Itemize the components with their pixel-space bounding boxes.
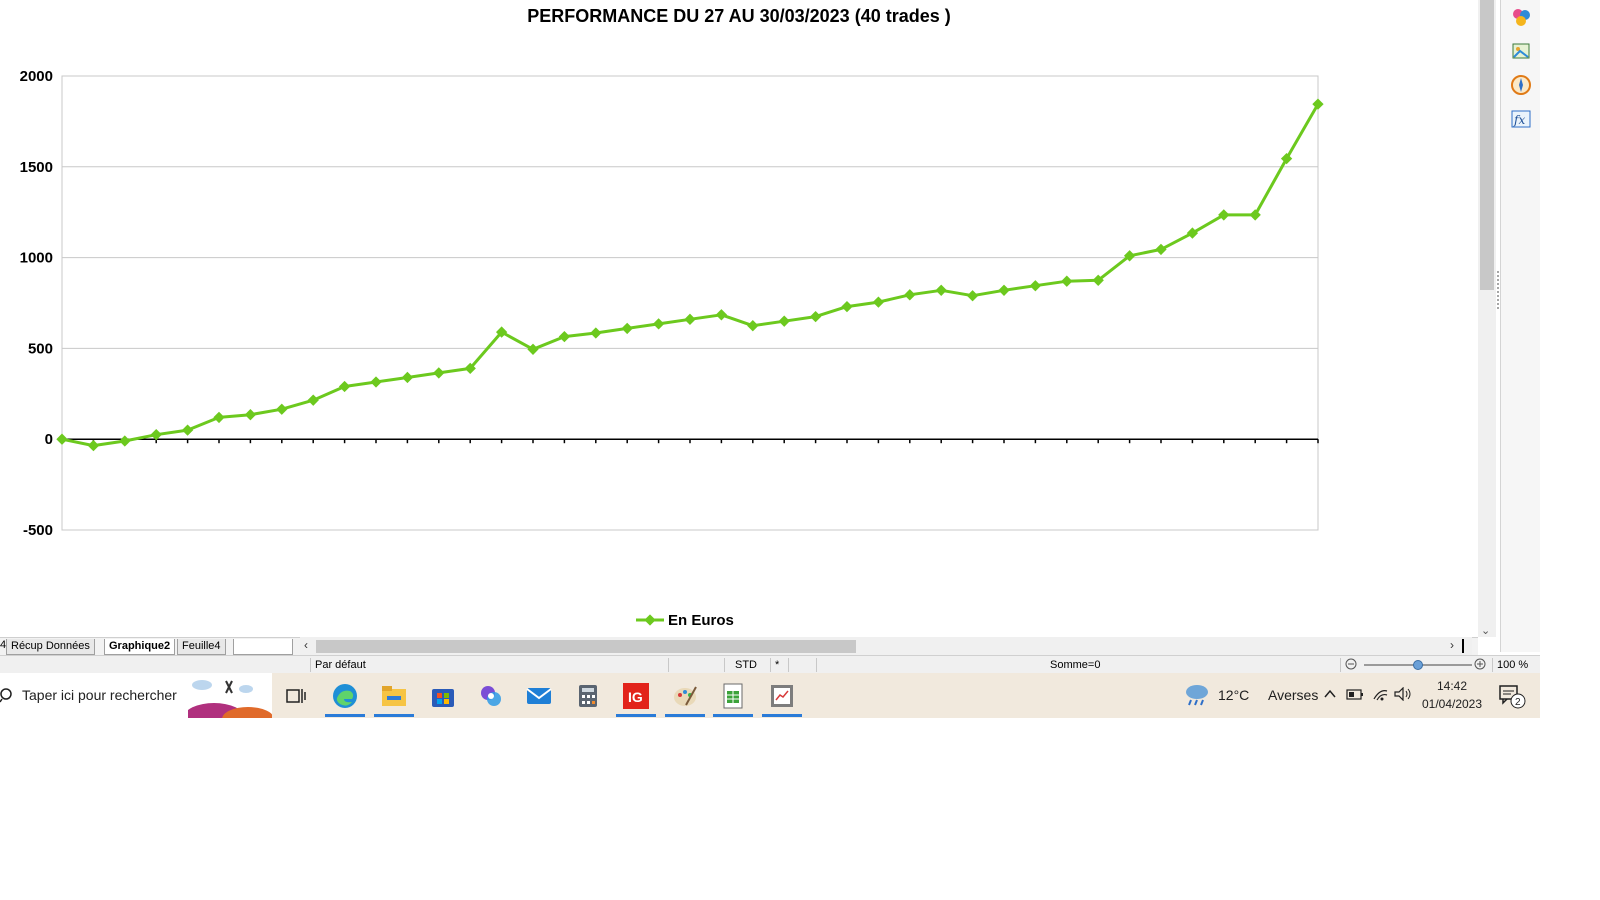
task-view-icon[interactable] — [280, 681, 312, 711]
legend-label: En Euros — [668, 611, 734, 629]
sum-display[interactable]: Somme=0 — [1050, 659, 1100, 671]
active-app-indicator — [762, 714, 802, 717]
y-tick-label: -500 — [23, 522, 53, 539]
tab-recup-donnees[interactable]: Récup Données — [6, 639, 95, 655]
status-separator — [1340, 658, 1341, 672]
functions-icon[interactable]: fx — [1510, 108, 1532, 130]
y-tick-label: 1000 — [20, 250, 53, 267]
chevron-up-icon[interactable] — [1323, 687, 1337, 704]
y-tick-label: 1500 — [20, 159, 53, 176]
status-separator — [816, 658, 817, 672]
libreoffice-calc-icon[interactable] — [713, 681, 753, 717]
y-tick-label: 2000 — [20, 68, 53, 85]
status-separator — [310, 658, 311, 672]
active-app-indicator — [665, 714, 705, 717]
active-app-indicator — [325, 714, 365, 717]
mail-icon[interactable] — [523, 681, 555, 711]
copilot-icon[interactable] — [475, 681, 507, 711]
performance-line-chart: 2000 1500 1000 500 0 -500 — [20, 68, 1324, 539]
tab-feuille4[interactable]: Feuille4 — [177, 639, 226, 655]
page-style[interactable]: Par défaut — [315, 659, 366, 671]
plot-area — [61, 75, 1319, 531]
file-explorer-icon[interactable] — [374, 681, 414, 717]
taskbar-clock[interactable]: 14:42 01/04/2023 — [1420, 677, 1484, 713]
navigator-icon[interactable] — [1510, 74, 1532, 96]
scroll-left-arrow-icon[interactable]: ‹ — [304, 638, 308, 652]
zoom-out-icon[interactable] — [1345, 658, 1357, 673]
status-separator — [1492, 658, 1493, 672]
zoom-in-icon[interactable] — [1474, 658, 1486, 673]
tab-bar-empty-space[interactable] — [233, 639, 293, 655]
tab-graphique2[interactable]: Graphique2 — [104, 639, 176, 655]
chart-legend: En Euros — [636, 610, 734, 630]
svg-text:fx: fx — [1513, 113, 1525, 127]
search-highlight-icon — [184, 677, 274, 718]
scroll-end-marker — [1462, 639, 1464, 653]
status-separator — [770, 658, 771, 672]
windows-taskbar: Taper ici pour rechercher IG 12°C Averse… — [0, 673, 1540, 718]
document-modified-indicator[interactable]: * — [775, 659, 779, 671]
ig-trading-icon[interactable]: IG — [616, 681, 656, 717]
clock-time: 14:42 — [1436, 679, 1468, 693]
legend-symbol — [636, 614, 664, 626]
vertical-scroll-thumb[interactable] — [1480, 0, 1494, 290]
calculator-icon[interactable] — [572, 681, 604, 711]
status-bar: Par défaut STD * Somme=0 100 % — [0, 655, 1540, 674]
weather-description[interactable]: Averses — [1268, 687, 1318, 703]
edge-browser-icon[interactable] — [325, 681, 365, 717]
clock-date: 01/04/2023 — [1421, 697, 1483, 711]
active-app-indicator — [374, 714, 414, 717]
zoom-slider-handle[interactable] — [1413, 660, 1423, 670]
status-separator — [724, 658, 725, 672]
search-icon — [0, 687, 14, 706]
notification-center-icon[interactable]: 2 — [1497, 683, 1527, 712]
taskbar-search-box[interactable]: Taper ici pour rechercher — [0, 673, 274, 718]
vertical-scrollbar[interactable]: ⌄ — [1478, 0, 1496, 637]
gallery-icon[interactable] — [1510, 40, 1532, 62]
scroll-right-arrow-icon[interactable]: › — [1450, 638, 1454, 652]
chart-viewer-icon[interactable] — [762, 681, 802, 717]
battery-icon[interactable] — [1346, 687, 1364, 704]
microsoft-store-icon[interactable] — [427, 681, 459, 711]
speaker-volume-icon[interactable] — [1394, 686, 1412, 704]
notification-count: 2 — [1515, 697, 1521, 708]
search-placeholder: Taper ici pour rechercher — [22, 687, 177, 703]
status-separator — [788, 658, 789, 672]
chart-area[interactable]: PERFORMANCE DU 27 AU 30/03/2023 (40 trad… — [0, 0, 1478, 637]
weather-temperature[interactable]: 12°C — [1218, 687, 1249, 703]
styles-icon[interactable] — [1510, 6, 1532, 28]
wifi-icon[interactable] — [1372, 687, 1388, 704]
sidebar-deck: fx — [1500, 0, 1540, 652]
active-app-indicator — [616, 714, 656, 717]
y-tick-label: 0 — [45, 431, 53, 448]
selection-mode[interactable]: STD — [735, 659, 757, 671]
weather-rain-icon[interactable] — [1184, 683, 1210, 710]
scroll-down-arrow-icon[interactable]: ⌄ — [1481, 624, 1490, 637]
ig-label: IG — [628, 689, 643, 705]
active-app-indicator — [713, 714, 753, 717]
y-tick-label: 500 — [28, 340, 53, 357]
paint-icon[interactable] — [665, 681, 705, 717]
libreoffice-calc-window: PERFORMANCE DU 27 AU 30/03/2023 (40 trad… — [0, 0, 1540, 718]
horizontal-scroll-thumb[interactable] — [316, 640, 856, 653]
horizontal-scrollbar[interactable]: ‹ › — [300, 637, 1472, 655]
status-separator — [668, 658, 669, 672]
zoom-level[interactable]: 100 % — [1497, 659, 1528, 671]
